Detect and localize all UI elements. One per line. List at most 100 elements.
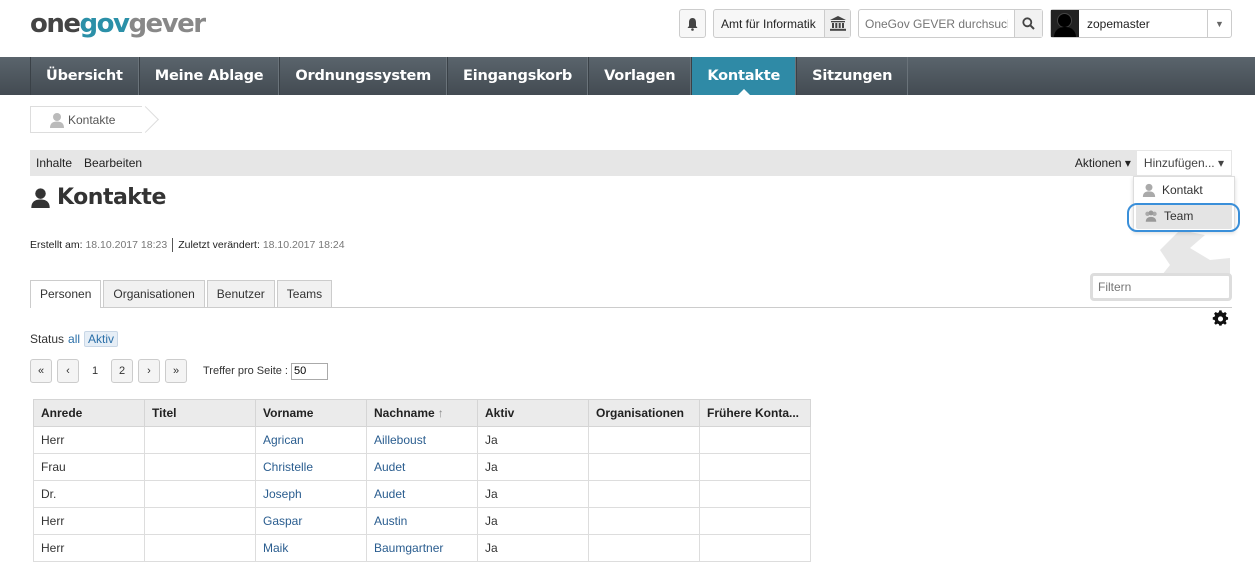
table-header-row: Anrede Titel Vorname Nachname ↑ Aktiv Org… [33, 399, 811, 427]
table-cell [699, 453, 811, 481]
table-cell: Herr [33, 426, 145, 454]
table-cell: Ja [477, 480, 589, 508]
table-cell [144, 480, 256, 508]
search-button[interactable] [1014, 10, 1042, 37]
user-menu[interactable]: zopemaster ▼ [1050, 9, 1232, 38]
table-cell: Frau [33, 453, 145, 481]
filter-box [1090, 273, 1232, 301]
tab-organisationen[interactable]: Organisationen [103, 280, 205, 307]
add-menu-item-label: Kontakt [1162, 183, 1203, 197]
column-header-label: Nachname [374, 406, 435, 420]
table-cell [144, 534, 256, 562]
per-page-label: Treffer pro Seite : [203, 365, 288, 377]
page-title-text: Kontakte [57, 185, 166, 210]
modified-label: Zuletzt verändert: [178, 239, 260, 251]
nav-tab-kontakte[interactable]: Kontakte [691, 57, 797, 96]
status-active-toggle[interactable]: Aktiv [84, 331, 119, 347]
first-page-button[interactable]: « [30, 359, 52, 383]
tab-teams[interactable]: Teams [276, 280, 333, 307]
table-cell [588, 507, 700, 535]
tab-benutzer[interactable]: Benutzer [206, 280, 275, 307]
contents-tab[interactable]: Inhalte [30, 156, 78, 170]
table-cell [588, 453, 700, 481]
table-row: Dr. Joseph Audet Ja [33, 480, 811, 508]
status-all-link[interactable]: all [68, 332, 80, 346]
table-cell[interactable]: Audet [366, 453, 478, 481]
created-value: 18.10.2017 18:23 [85, 239, 168, 251]
tab-personen[interactable]: Personen [30, 280, 102, 308]
column-header-nachname[interactable]: Nachname ↑ [366, 399, 478, 427]
column-header-fruehere-kontakte[interactable]: Frühere Konta... [699, 399, 811, 427]
nav-tab-meine-ablage[interactable]: Meine Ablage [138, 57, 280, 95]
search-input[interactable] [859, 10, 1014, 37]
user-name: zopemaster [1087, 16, 1150, 31]
person-icon [50, 112, 64, 128]
breadcrumb-label: Kontakte [68, 112, 116, 127]
table-cell[interactable]: Joseph [255, 480, 367, 508]
table-cell[interactable]: Audet [366, 480, 478, 508]
add-menu-item-kontakt[interactable]: Kontakt [1134, 177, 1234, 203]
table-cell [699, 534, 811, 562]
column-header-vorname[interactable]: Vorname [255, 399, 367, 427]
search-box [858, 9, 1043, 38]
breadcrumb: Kontakte [30, 106, 159, 133]
column-header-titel[interactable]: Titel [144, 399, 256, 427]
main-navigation: Übersicht Meine Ablage Ordnungssystem Ei… [0, 57, 1255, 96]
table-cell[interactable]: Ailleboust [366, 426, 478, 454]
gear-icon[interactable] [1212, 310, 1229, 330]
table-cell[interactable]: Christelle [255, 453, 367, 481]
avatar [1051, 10, 1079, 37]
chevron-down-icon: ▼ [1207, 10, 1231, 37]
focus-ring [1127, 203, 1240, 232]
org-unit-selector[interactable]: Amt für Informatik [713, 9, 851, 38]
table-cell[interactable]: Gaspar [255, 507, 367, 535]
per-page-input[interactable] [290, 362, 328, 380]
page-2-button[interactable]: 2 [111, 359, 133, 383]
table-cell[interactable]: Maik [255, 534, 367, 562]
nav-tab-ordnungssystem[interactable]: Ordnungssystem [279, 57, 448, 95]
table-cell [588, 480, 700, 508]
modified-value: 18.10.2017 18:24 [262, 239, 345, 251]
table-cell [699, 507, 811, 535]
table-cell [699, 426, 811, 454]
contact-tabs: Personen Organisationen Benutzer Teams [30, 280, 1232, 308]
person-icon [1142, 183, 1156, 197]
column-header-organisationen[interactable]: Organisationen [588, 399, 700, 427]
status-label: Status [30, 332, 65, 346]
table-cell [699, 480, 811, 508]
bank-icon [824, 10, 850, 37]
nav-tab-sitzungen[interactable]: Sitzungen [796, 57, 909, 95]
nav-tab-uebersicht[interactable]: Übersicht [30, 57, 139, 95]
notifications-button[interactable] [679, 9, 706, 38]
filter-input[interactable] [1093, 276, 1229, 298]
table-row: Frau Christelle Audet Ja [33, 453, 811, 481]
edit-tab[interactable]: Bearbeiten [78, 156, 148, 170]
table-cell: Ja [477, 534, 589, 562]
last-page-button[interactable]: » [165, 359, 187, 383]
table-cell [144, 453, 256, 481]
breadcrumb-item-kontakte[interactable]: Kontakte [30, 106, 142, 133]
nav-tab-vorlagen[interactable]: Vorlagen [588, 57, 692, 95]
table-cell: Ja [477, 453, 589, 481]
page-1: 1 [91, 365, 99, 377]
actions-menu-button[interactable]: Aktionen ▾ [1069, 156, 1137, 170]
column-header-aktiv[interactable]: Aktiv [477, 399, 589, 427]
prev-page-button[interactable]: ‹ [57, 359, 79, 383]
contacts-table: Anrede Titel Vorname Nachname ↑ Aktiv Org… [33, 399, 811, 562]
table-cell[interactable]: Agrican [255, 426, 367, 454]
app-logo[interactable]: onegovgever [30, 8, 206, 40]
table-cell: Ja [477, 507, 589, 535]
page-title: Kontakte [30, 185, 166, 210]
search-icon [1022, 17, 1035, 30]
next-page-button[interactable]: › [138, 359, 160, 383]
nav-tab-eingangskorb[interactable]: Eingangskorb [447, 57, 589, 95]
org-unit-label: Amt für Informatik [721, 16, 816, 31]
status-filter: Status all Aktiv [30, 331, 119, 347]
table-cell: Ja [477, 426, 589, 454]
table-cell[interactable]: Baumgartner [366, 534, 478, 562]
add-menu-button[interactable]: Hinzufügen... ▾ [1136, 151, 1231, 175]
table-cell [588, 426, 700, 454]
table-cell[interactable]: Austin [366, 507, 478, 535]
column-header-anrede[interactable]: Anrede [33, 399, 145, 427]
table-row: Herr Gaspar Austin Ja [33, 507, 811, 535]
